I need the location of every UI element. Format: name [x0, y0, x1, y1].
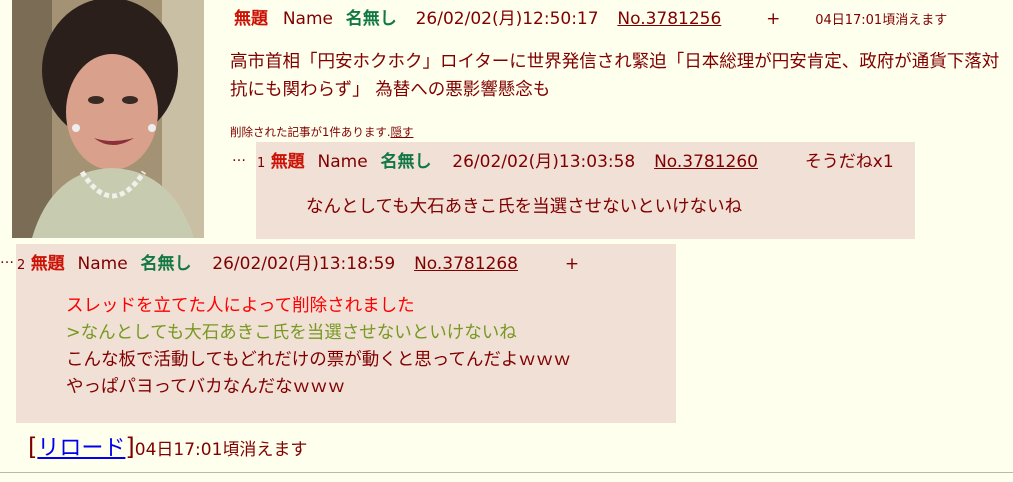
reply-line: こんな板で活動してもどれだけの票が動くと思ってんだよｗｗｗ — [66, 350, 571, 370]
post-datetime: 26/02/02(月)12:50:17 — [415, 9, 599, 29]
post-subject: 無題 — [270, 152, 305, 172]
hide-deleted-link[interactable]: 隠す — [390, 125, 413, 139]
reply-marker: … — [232, 149, 246, 165]
name-label: Name — [77, 254, 128, 274]
poster-name: 名無し — [345, 9, 397, 29]
reply-line: やっぱパヨってバカなんだなｗｗｗ — [66, 377, 346, 397]
reply-body: なんとしても大石あきこ氏を当選させないといけないね — [306, 194, 742, 221]
thread-thumbnail[interactable] — [12, 0, 204, 238]
poster-name: 名無し — [380, 152, 432, 172]
post-number-link[interactable]: No.3781260 — [654, 152, 758, 172]
poster-name: 名無し — [140, 254, 192, 274]
reply-line: なんとしても大石あきこ氏を当選させないといけないね — [306, 197, 743, 217]
open-bracket: [ — [28, 433, 38, 461]
sodane-button[interactable]: そうだねx1 — [805, 152, 894, 172]
deleted-note-text: 削除された記事が1件あります. — [230, 125, 391, 139]
reply-header: 1 無題 Name 名無し 26/02/02(月)13:03:58 No.378… — [257, 147, 894, 172]
close-bracket: ] — [125, 433, 135, 461]
sodane-plus-button[interactable]: + — [565, 254, 579, 274]
post-datetime: 26/02/02(月)13:18:59 — [212, 254, 396, 274]
reply-post: 1 無題 Name 名無し 26/02/02(月)13:03:58 No.378… — [256, 142, 915, 239]
reply-header: 2 無題 Name 名無し 26/02/02(月)13:18:59 No.378… — [17, 249, 579, 274]
reply-index: 1 — [257, 156, 266, 171]
post-number-link[interactable]: No.3781256 — [617, 9, 721, 29]
post-number-link[interactable]: No.3781268 — [414, 254, 518, 274]
post-subject: 無題 — [234, 9, 268, 29]
name-label: Name — [282, 9, 333, 29]
reply-body: スレッドを立てた人によって削除されました >なんとしても大石あきこ氏を当選させな… — [66, 293, 571, 401]
quote-line: >なんとしても大石あきこ氏を当選させないといけないね — [66, 323, 517, 343]
deleted-posts-note: 削除された記事が1件あります.隠す — [230, 124, 413, 140]
reply-post: 2 無題 Name 名無し 26/02/02(月)13:18:59 No.378… — [16, 244, 676, 423]
reply-index: 2 — [17, 258, 26, 273]
reload-bar: [リロード]04日17:01頃消えます — [28, 430, 307, 462]
op-post-body: 高市首相「円安ホクホク」ロイターに世界発信され緊迫「日本総理が円安肯定、政府が通… — [230, 52, 1000, 100]
portrait-image — [12, 0, 204, 238]
expire-notice: 04日17:01頃消えます — [134, 440, 308, 460]
divider — [0, 472, 1013, 473]
reply-marker: … — [0, 251, 14, 267]
deleted-message: スレッドを立てた人によって削除されました — [66, 296, 415, 316]
sodane-plus-button[interactable]: + — [766, 9, 780, 29]
post-subject: 無題 — [30, 254, 65, 274]
op-post-header: 無題 Name 名無し 26/02/02(月)12:50:17 No.37812… — [234, 4, 947, 29]
expire-notice: 04日17:01頃消えます — [815, 13, 948, 28]
name-label: Name — [317, 152, 368, 172]
post-datetime: 26/02/02(月)13:03:58 — [452, 152, 636, 172]
reload-link[interactable]: リロード — [37, 436, 125, 461]
